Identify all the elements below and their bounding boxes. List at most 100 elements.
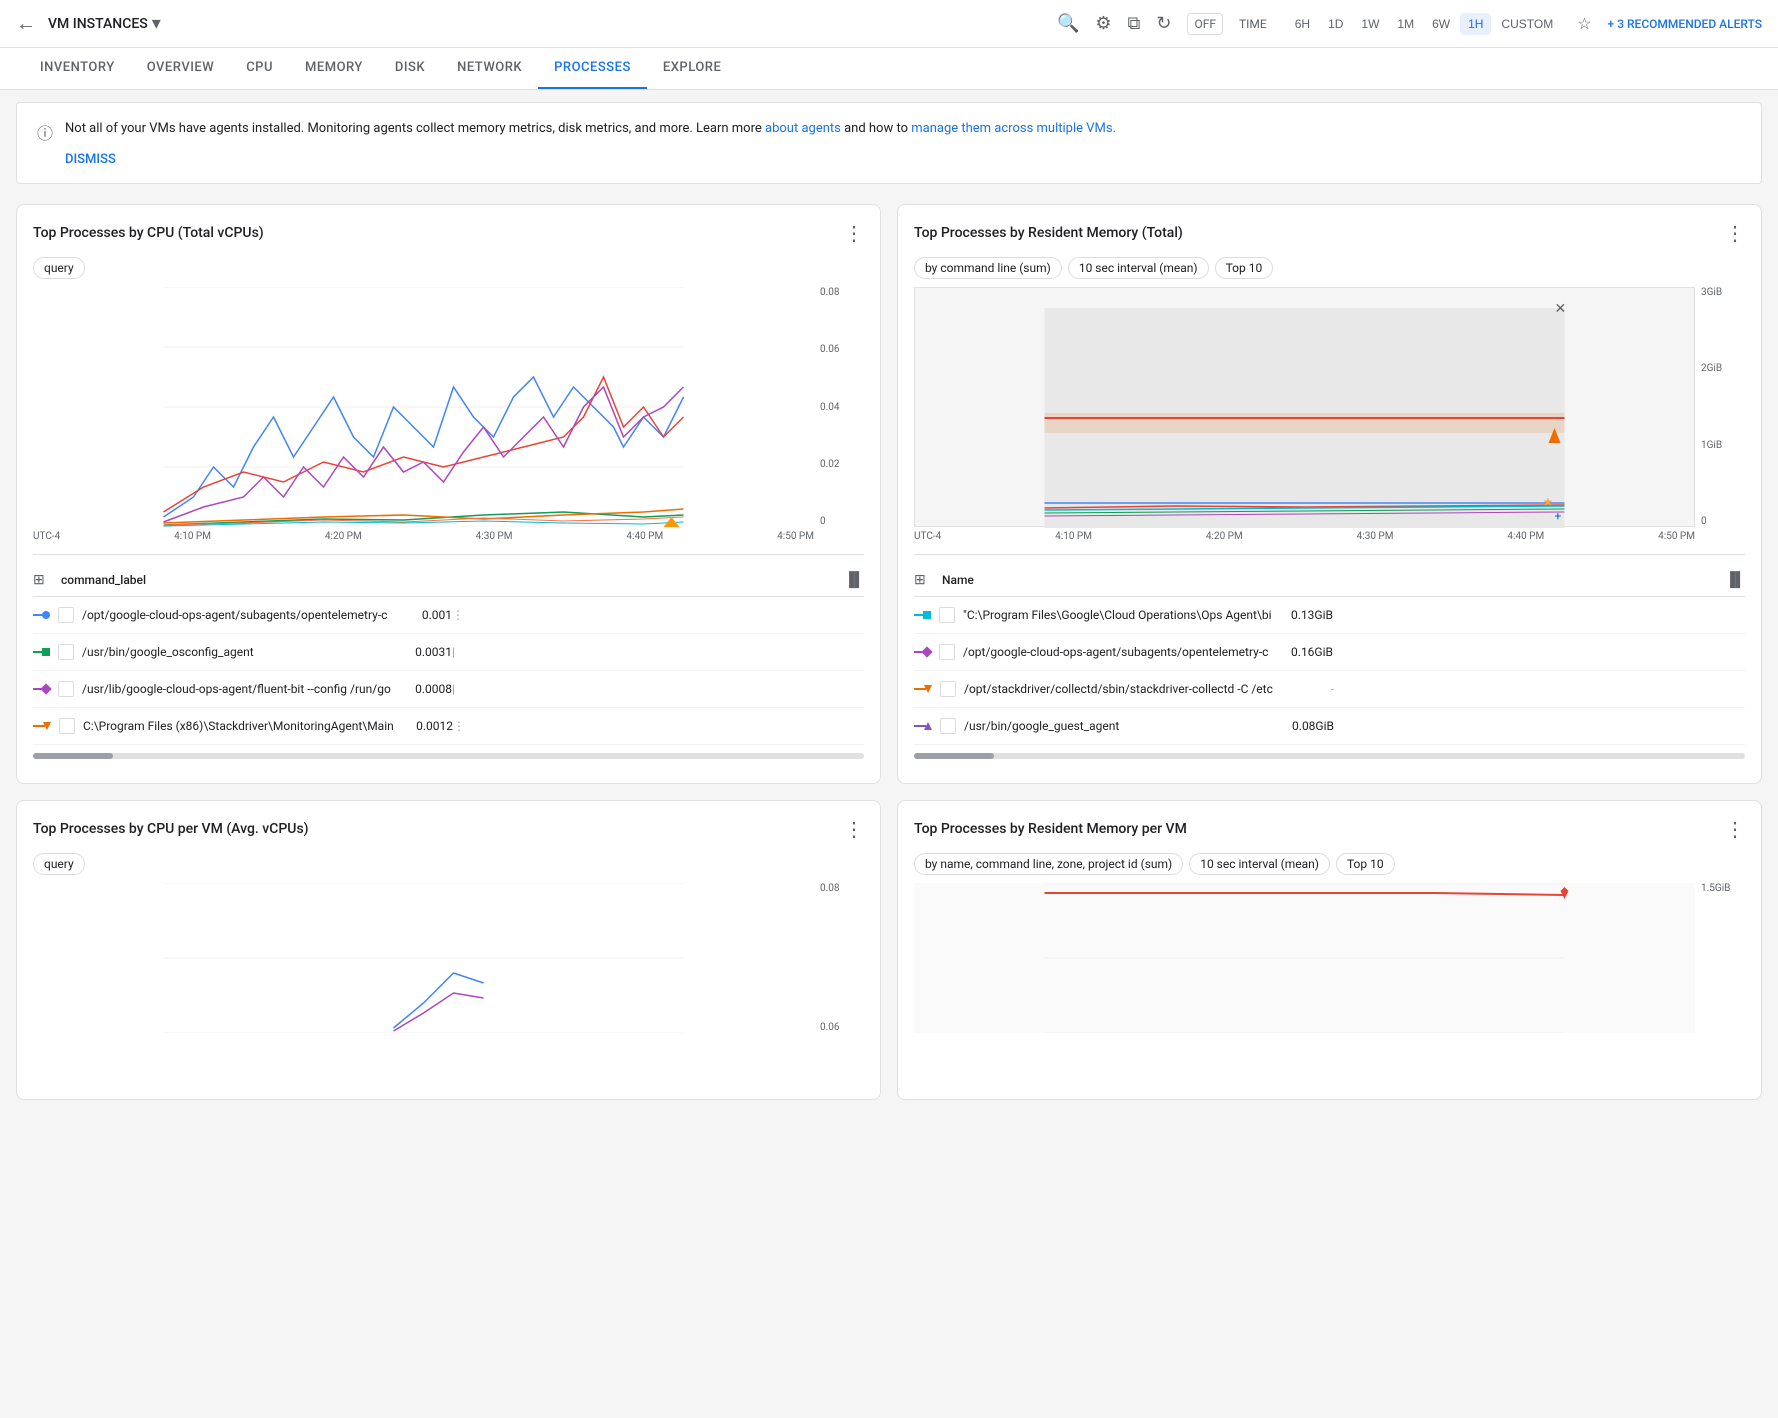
mem-per-vm-chip-interval[interactable]: 10 sec interval (mean) [1189,853,1330,875]
cpu-processes-card: Top Processes by CPU (Total vCPUs) ⋮ que… [16,204,881,784]
legend-row-1: /opt/google-cloud-ops-agent/subagents/op… [33,597,864,634]
legend-value-3: 0.0008 [402,682,452,696]
memory-filter-chips: by command line (sum) 10 sec interval (m… [914,257,1745,279]
vm-instances-title[interactable]: VM INSTANCES ▾ [48,13,161,34]
tab-inventory[interactable]: INVENTORY [24,48,131,89]
legend-check-1[interactable] [58,607,74,623]
legend-value-2: 0.0031 [402,645,452,659]
memory-chip-cmdline[interactable]: by command line (sum) [914,257,1062,279]
top-charts-row: Top Processes by CPU (Total vCPUs) ⋮ que… [16,204,1762,784]
mem-legend-grid-icon: ⊞ [914,572,942,588]
tab-processes[interactable]: PROCESSES [538,48,647,89]
legend-menu-2[interactable]: | [452,645,460,659]
svg-text:+: + [1555,509,1562,523]
tab-cpu[interactable]: CPU [230,48,289,89]
cpu-legend-bars-icon[interactable]: ▐▌ [844,571,864,588]
mem-legend-value-1: 0.13GiB [1283,608,1333,622]
mem-y-2gib: 2GiB [1701,363,1745,374]
refresh-icon[interactable]: ↻ [1156,13,1171,34]
cpu-card-title: Top Processes by CPU (Total vCPUs) [33,225,264,241]
legend-check-4[interactable] [59,718,75,734]
legend-menu-1[interactable]: ⋮ [452,608,460,622]
legend-value-1: 0.001 [402,608,452,622]
cpu-per-vm-card: Top Processes by CPU per VM (Avg. vCPUs)… [16,800,881,1100]
alerts-button[interactable]: + 3 RECOMMENDED ALERTS [1608,17,1762,31]
memory-chip-interval[interactable]: 10 sec interval (mean) [1068,257,1209,279]
time-1w[interactable]: 1W [1353,13,1387,35]
time-options: 6H 1D 1W 1M 6W 1H CUSTOM [1287,13,1561,35]
mem-legend-row-3: /opt/stackdriver/collectd/sbin/stackdriv… [914,671,1745,708]
legend-value-4: 0.0012 [403,719,453,733]
fullscreen-icon[interactable]: ⧉ [1128,13,1141,34]
mem-legend-check-3[interactable] [940,681,956,697]
mem-legend-check-2[interactable] [939,644,955,660]
cpu-x-420: 4:20 PM [325,531,362,542]
cpu-chip-query[interactable]: query [33,257,85,279]
star-icon[interactable]: ☆ [1577,14,1591,33]
memory-processes-card: Top Processes by Resident Memory (Total)… [897,204,1762,784]
tab-overview[interactable]: OVERVIEW [131,48,230,89]
settings-icon[interactable]: ⚙ [1095,13,1111,34]
mem-legend-check-4[interactable] [940,718,956,734]
tab-network[interactable]: NETWORK [441,48,538,89]
cpu-per-vm-more[interactable]: ⋮ [844,817,864,841]
cpu-filter-chips: query [33,257,864,279]
mem-y-0: 0 [1701,516,1745,527]
manage-vms-link[interactable]: manage them across multiple VMs. [911,121,1116,136]
memory-chip-top10[interactable]: Top 10 [1215,257,1274,279]
svg-text:★: ★ [1543,495,1554,509]
memory-per-vm-svg [914,883,1695,1033]
time-6h[interactable]: 6H [1287,13,1318,35]
tab-explore[interactable]: EXPLORE [647,48,737,89]
main-content: Top Processes by CPU (Total vCPUs) ⋮ que… [0,196,1778,1116]
cpu-y-08: 0.08 [820,287,864,298]
legend-check-2[interactable] [58,644,74,660]
back-button[interactable]: ← [16,11,36,36]
cpu-y-06: 0.06 [820,344,864,355]
legend-check-3[interactable] [58,681,74,697]
cpu-legend-header: ⊞ command_label ▐▌ [33,563,864,597]
search-icon[interactable]: 🔍 [1057,13,1079,34]
time-6w[interactable]: 6W [1424,13,1458,35]
cpu-card-more[interactable]: ⋮ [844,221,864,245]
time-label: TIME [1239,17,1267,31]
mem-x-420: 4:20 PM [1206,531,1243,542]
tab-disk[interactable]: DISK [379,48,441,89]
cpu-x-440: 4:40 PM [626,531,663,542]
memory-card-more[interactable]: ⋮ [1725,221,1745,245]
legend-name-2: /usr/bin/google_osconfig_agent [82,645,402,659]
mem-legend-label: Name [942,573,1725,587]
mem-scrollbar[interactable] [914,753,1745,759]
mem-legend-value-3: - [1284,682,1334,696]
mem-legend-check-1[interactable] [939,607,955,623]
mem-legend-row-4: /usr/bin/google_guest_agent 0.08GiB [914,708,1745,745]
mem-x-410: 4:10 PM [1055,531,1092,542]
cpu-scrollbar[interactable] [33,753,864,759]
mem-x-440: 4:40 PM [1507,531,1544,542]
mem-legend-row-1: "C:\Program Files\Google\Cloud Operation… [914,597,1745,634]
time-custom[interactable]: CUSTOM [1493,13,1561,35]
mem-legend-name-1: "C:\Program Files\Google\Cloud Operation… [963,608,1283,622]
mem-per-vm-chip-name[interactable]: by name, command line, zone, project id … [914,853,1183,875]
time-1m[interactable]: 1M [1389,13,1422,35]
nav-tabs: INVENTORY OVERVIEW CPU MEMORY DISK NETWO… [0,48,1778,90]
mem-legend-value-2: 0.16GiB [1283,645,1333,659]
dismiss-button[interactable]: DISMISS [65,152,1741,167]
mem-y-3gib: 3GiB [1701,287,1745,298]
cpu-y-0: 0 [820,516,864,527]
legend-menu-3[interactable]: | [452,682,460,696]
cpu-x-430: 4:30 PM [476,531,513,542]
cpu-per-vm-chips: query [33,853,864,875]
time-toggle-off[interactable]: OFF [1187,13,1223,35]
legend-name-4: C:\Program Files (x86)\Stackdriver\Monit… [83,719,403,733]
legend-menu-4[interactable]: ⋮ [453,719,461,733]
mem-legend-bars-icon[interactable]: ▐▌ [1725,571,1745,588]
topbar-icons: 🔍 ⚙ ⧉ ↻ OFF TIME 6H 1D 1W 1M 6W 1H CUSTO… [1057,13,1762,35]
cpu-per-vm-chip[interactable]: query [33,853,85,875]
tab-memory[interactable]: MEMORY [289,48,379,89]
time-1d[interactable]: 1D [1320,13,1351,35]
mem-per-vm-chip-top10[interactable]: Top 10 [1336,853,1395,875]
memory-per-vm-more[interactable]: ⋮ [1725,817,1745,841]
about-agents-link[interactable]: about agents [765,121,841,136]
time-1h[interactable]: 1H [1460,13,1491,35]
